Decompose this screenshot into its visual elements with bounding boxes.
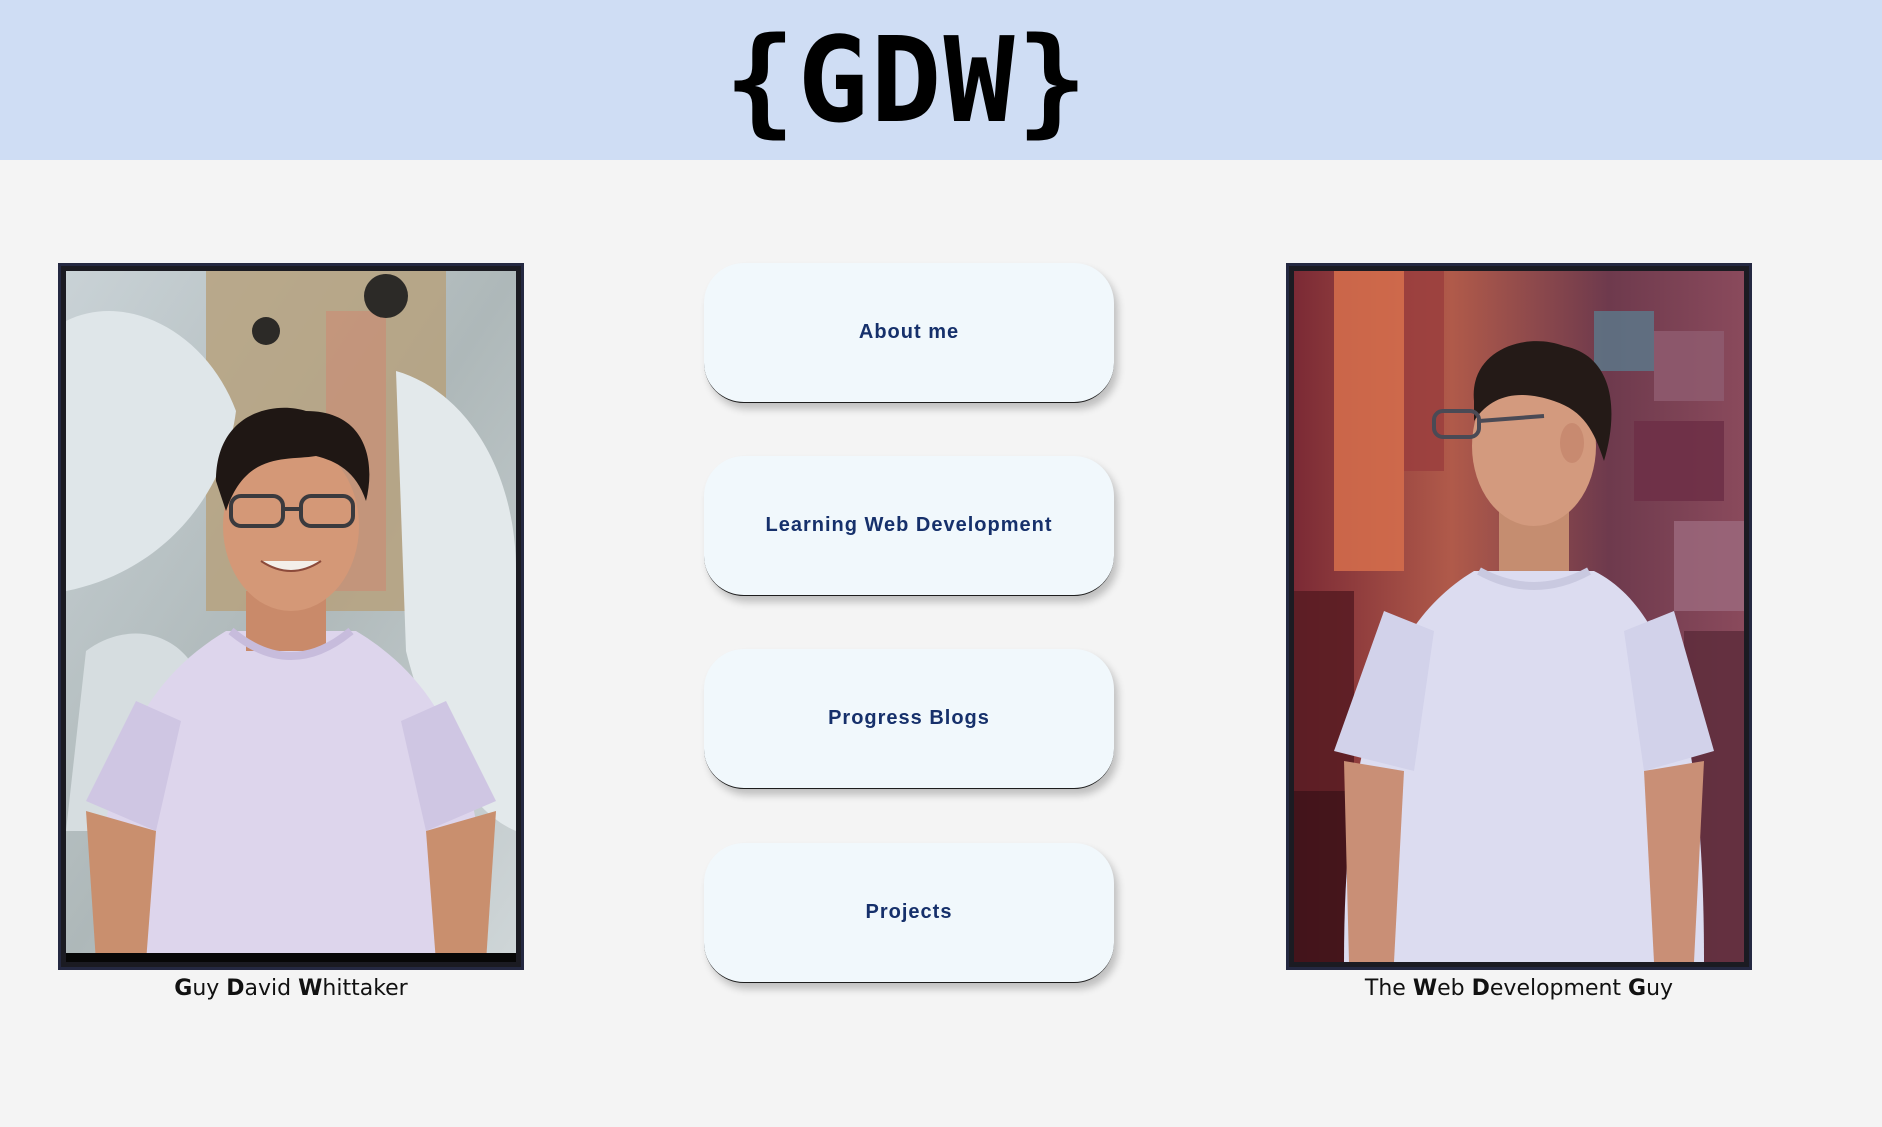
portrait-photo-right xyxy=(1286,263,1752,970)
nav-button-projects[interactable]: Projects xyxy=(704,843,1114,983)
site-logo[interactable]: {GDW} xyxy=(0,10,1814,150)
portrait-caption-left: Guy David Whittaker xyxy=(174,976,408,1001)
nav-button-label: Progress Blogs xyxy=(828,707,990,729)
portrait-caption-right: The Web Development Guy xyxy=(1364,976,1674,1001)
nav-button-label: Learning Web Development xyxy=(765,514,1053,536)
portrait-photo-left xyxy=(58,263,524,970)
portrait-image-left xyxy=(66,271,516,962)
nav-button-label: Projects xyxy=(865,901,953,923)
nav-button-progress-blogs[interactable]: Progress Blogs xyxy=(704,649,1114,789)
nav-button-learning-web-development[interactable]: Learning Web Development xyxy=(704,456,1114,596)
nav-button-label: About me xyxy=(858,321,960,343)
nav-button-about-me[interactable]: About me xyxy=(704,263,1114,403)
portrait-image-right xyxy=(1294,271,1744,962)
site-header: {GDW} xyxy=(0,0,1882,160)
